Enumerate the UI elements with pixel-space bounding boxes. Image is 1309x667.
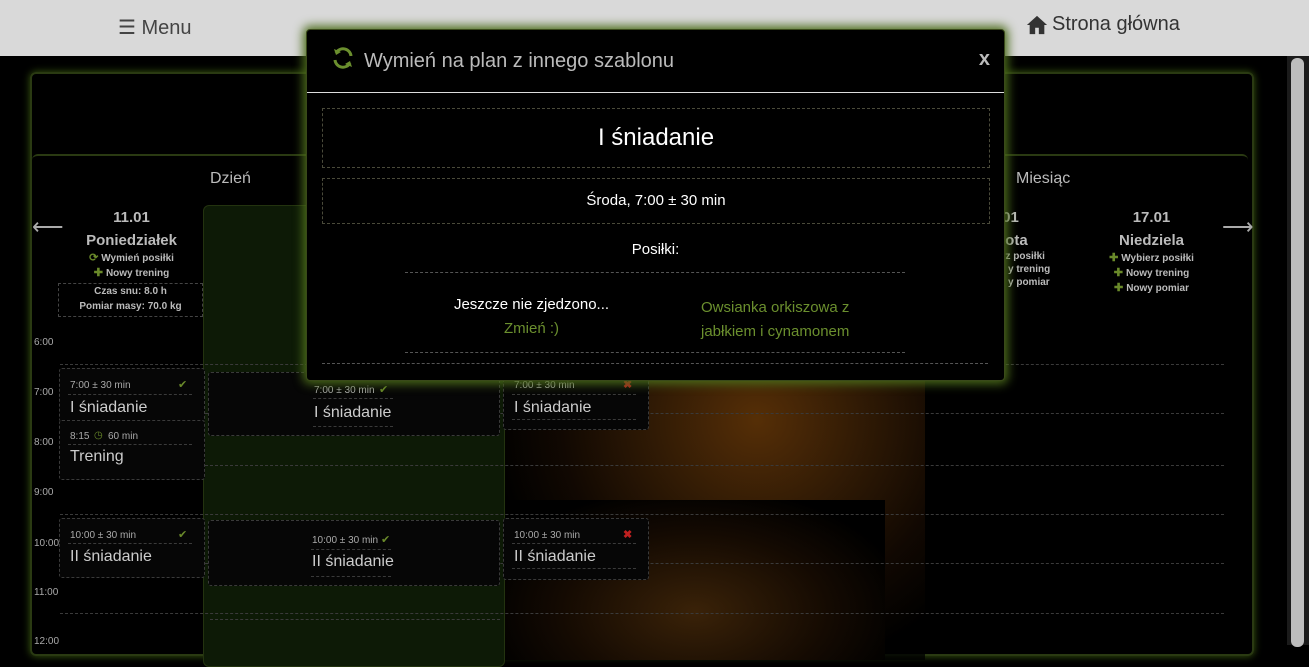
home-link[interactable]: Strona główna: [1026, 13, 1180, 36]
training-name: Trening: [70, 448, 124, 465]
weight-measure: Pomiar masy: 70.0 kg: [79, 301, 182, 312]
plus-icon: ✚: [1113, 267, 1123, 279]
meal-option-line2: jabłkiem i cynamonem: [701, 323, 850, 340]
scrollbar[interactable]: [1287, 56, 1309, 647]
divider: [68, 394, 192, 395]
day-header-sunday: 17.01 Niedziela ✚ Wybierz posiłki ✚ Nowy t…: [1079, 209, 1224, 294]
divider: [68, 444, 192, 445]
divider: [405, 272, 905, 273]
choose-meals-link[interactable]: ✚ Wybierz posiłki: [1079, 251, 1224, 264]
hour-label: 11:00: [34, 587, 59, 598]
divider: [512, 394, 636, 395]
new-measure-label: Nowy pomiar: [1126, 283, 1189, 294]
new-training-link[interactable]: ✚ Nowy trening: [1079, 266, 1224, 279]
divider: [311, 576, 391, 577]
swap-meals-label: Wymień posiłki: [101, 253, 174, 264]
close-button[interactable]: x: [979, 48, 990, 71]
divider: [322, 363, 988, 364]
swap-meals-link[interactable]: ⟳ Wymień posiłki: [59, 251, 204, 264]
meal-card[interactable]: 10:00 ± 30 min ✔ II śniadanie: [59, 518, 205, 578]
hour-label: 10:00: [34, 538, 60, 549]
day-date: 17.01: [1132, 209, 1171, 226]
meal-name: I śniadanie: [70, 399, 148, 416]
meal-option-line1: Owsianka orkiszowa z: [701, 299, 850, 316]
hour-label: 6:00: [34, 337, 54, 348]
hour-label: 12:00: [34, 636, 60, 647]
not-eaten-text: Jeszcze nie zjedzono...: [453, 296, 610, 313]
refresh-icon: [333, 47, 353, 69]
meal-name-box: I śniadanie: [322, 108, 990, 168]
day-name: Niedziela: [1118, 232, 1185, 249]
meal-card[interactable]: 7:00 ± 30 min ✔ I śniadanie: [208, 372, 500, 436]
divider: [68, 543, 192, 544]
meal-name: II śniadanie: [514, 548, 596, 565]
divider: [313, 426, 393, 427]
meal-name: I śniadanie: [514, 399, 592, 416]
refresh-icon: ⟳: [89, 252, 99, 264]
swap-plan-modal: Wymień na plan z innego szablonu x I śni…: [306, 29, 1005, 381]
grid-line: [60, 514, 1224, 515]
new-measure-link[interactable]: ✚ Nowy pomiar: [1079, 281, 1224, 294]
change-link[interactable]: Zmień :): [449, 320, 614, 337]
hour-label: 8:00: [34, 437, 54, 448]
meal-name: II śniadanie: [70, 548, 152, 565]
plus-icon: ✚: [1113, 282, 1124, 294]
divider: [512, 543, 636, 544]
meal-card[interactable]: 10:00 ± 30 min ✖ II śniadanie: [503, 518, 649, 580]
meal-name: II śniadanie: [312, 553, 394, 570]
grid-line: [205, 465, 1224, 466]
new-training-label: Nowy trening: [105, 268, 170, 279]
meal-name: I śniadanie: [314, 404, 392, 421]
tab-month[interactable]: Miesiąc: [1016, 170, 1070, 188]
home-label: Strona główna: [1052, 13, 1180, 35]
modal-header: Wymień na plan z innego szablonu x: [307, 30, 1004, 93]
sleep-weight-box[interactable]: Czas snu: 8.0 h Pomiar masy: 70.0 kg: [58, 283, 203, 317]
grid-line: [60, 613, 1224, 614]
new-training-link[interactable]: ✚ Nowy trening: [59, 266, 204, 279]
day-header-monday: 11.01 Poniedziałek ⟳ Wymień posiłki ✚ Nowy…: [59, 209, 204, 279]
day-name: Poniedziałek: [86, 232, 177, 249]
meal-time: 10:00 ± 30 min: [312, 535, 379, 546]
check-icon: ✔: [379, 384, 389, 396]
plus-icon: ✚: [93, 267, 103, 279]
hour-label: 9:00: [34, 487, 54, 498]
meal-time: 7:00 ± 30 min: [70, 380, 131, 391]
meal-card[interactable]: 7:00 ± 30 min ✔ I śniadanie: [59, 368, 205, 422]
meal-time: 10:00 ± 30 min: [514, 530, 581, 541]
divider: [512, 568, 636, 569]
check-icon: ✔: [178, 379, 188, 391]
training-time: 8:15: [70, 431, 90, 442]
meals-label: Posiłki:: [631, 241, 680, 258]
day-date: 11.01: [113, 209, 150, 226]
meal-option[interactable]: Owsianka orkiszowa z jabłkiem i cynamone…: [701, 296, 871, 344]
new-training-label: Nowy trening: [1125, 268, 1190, 279]
meal-when-box: Środa, 7:00 ± 30 min: [322, 178, 990, 224]
divider: [405, 352, 905, 353]
sleep-time: Czas snu: 8.0 h: [94, 286, 167, 297]
divider: [311, 549, 391, 550]
home-icon: [1026, 15, 1048, 34]
divider: [313, 398, 393, 399]
meal-time: 10:00 ± 30 min: [70, 530, 137, 541]
meal-time: 7:00 ± 30 min: [314, 385, 375, 396]
next-week-arrow[interactable]: ⟶: [1222, 214, 1254, 240]
training-card[interactable]: 8:15 ◷ 60 min Trening: [59, 420, 205, 480]
meal-card[interactable]: 10:00 ± 30 min ✔ II śniadanie: [208, 520, 500, 586]
cross-icon: ✖: [623, 529, 633, 541]
hour-label: 7:00: [34, 387, 54, 398]
plus-icon: ✚: [1109, 252, 1119, 264]
scrollbar-thumb[interactable]: [1291, 58, 1304, 647]
check-icon: ✔: [381, 534, 391, 546]
check-icon: ✔: [178, 529, 188, 541]
training-duration: 60 min: [108, 431, 139, 442]
divider: [512, 419, 636, 420]
grid-line: [210, 619, 500, 620]
choose-meals-label: Wybierz posiłki: [1121, 253, 1194, 264]
tab-day[interactable]: Dzień: [210, 170, 251, 188]
meal-time: 7:00 ± 30 min: [514, 380, 575, 391]
clock-icon: ◷: [94, 430, 103, 441]
modal-title: Wymień na plan z innego szablonu: [364, 50, 675, 72]
menu-button[interactable]: ☰ Menu: [118, 15, 192, 40]
